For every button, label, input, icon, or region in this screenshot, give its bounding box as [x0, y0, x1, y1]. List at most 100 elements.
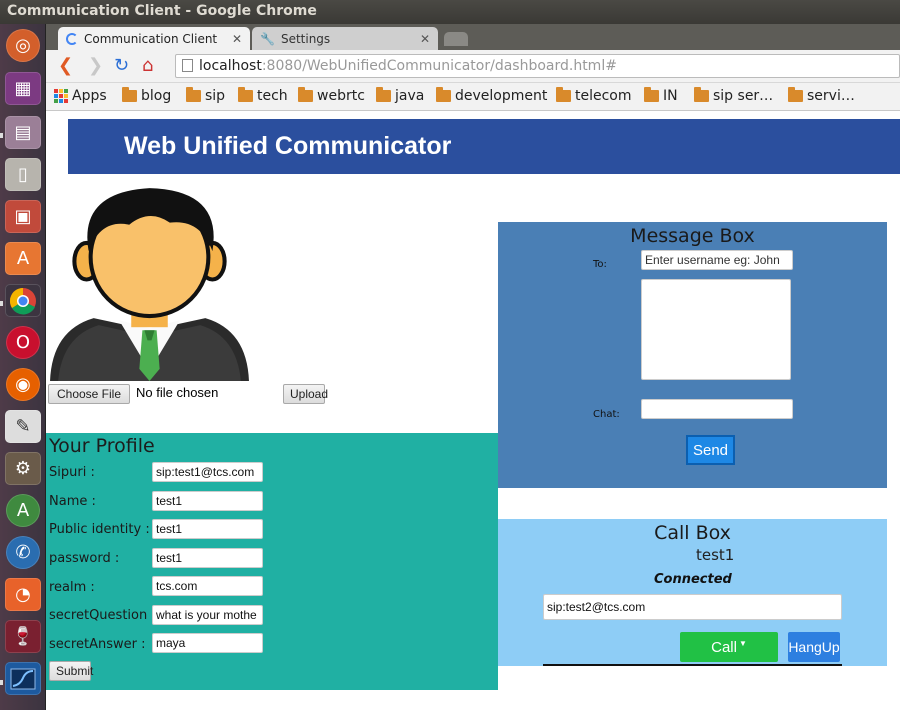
folder-icon [556, 87, 571, 102]
reload-icon[interactable]: ↻ [114, 56, 129, 76]
choose-file-button[interactable]: Choose File [48, 384, 130, 404]
page-header: Web Unified Communicator [68, 119, 900, 174]
bookmark-label: servi… [807, 88, 855, 104]
system-settings-icon[interactable]: ⚙ [5, 452, 41, 485]
tab-communication-client[interactable]: Communication Client ✕ [58, 27, 250, 50]
software-center-icon[interactable]: A [5, 242, 41, 275]
folder-icon [376, 87, 391, 102]
submit-button[interactable]: Submit [49, 661, 93, 681]
page-content: Web Unified Communicator Choose File No … [46, 111, 900, 710]
folder-icon [122, 87, 137, 102]
address-path: :8080/WebUnifiedCommunicator/dashboard.h… [261, 58, 617, 74]
bookmark-label: telecom [575, 88, 632, 104]
realm-input[interactable]: tcs.com [152, 576, 263, 596]
forward-icon[interactable]: ❯ [88, 56, 103, 76]
close-tab-icon[interactable]: ✕ [232, 32, 242, 46]
ubuntu-logo-icon[interactable]: ◎ [6, 29, 40, 62]
page-icon [182, 59, 193, 72]
folder-icon [298, 87, 313, 102]
bookmark-java[interactable]: java [376, 87, 425, 104]
filing-cabinet-icon[interactable]: ▣ [5, 200, 41, 233]
call-button-label: Call [711, 638, 737, 656]
bookmark-label: sip ser… [713, 88, 774, 104]
call-target-input[interactable]: sip:test2@tcs.com [543, 594, 842, 620]
folder-icon [788, 87, 803, 102]
secret-question-input[interactable]: what is your mothe [152, 605, 263, 625]
sipuri-label: Sipuri : [49, 465, 95, 480]
chrome-icon[interactable] [5, 284, 41, 317]
chat-label: Chat: [593, 409, 620, 420]
bookmark-tech[interactable]: tech [238, 87, 288, 104]
opera-icon[interactable]: O [6, 326, 40, 359]
bookmark-label: IN [663, 88, 678, 104]
phone-icon[interactable]: ✆ [6, 536, 40, 569]
tab-settings[interactable]: 🔧 Settings ✕ [252, 27, 438, 50]
folder-icon [436, 87, 451, 102]
user-avatar-icon [50, 188, 249, 381]
address-host: localhost [199, 58, 262, 74]
browser-window: Communication Client ✕ 🔧 Settings ✕ ❮ ❯ … [46, 24, 900, 710]
launcher: ◎ ▦ ▤ ▯ ▣ A O ◉ ✎ ⚙ A ✆ ◔ 🍷 [0, 24, 46, 710]
chat-input[interactable] [641, 399, 793, 419]
name-input[interactable]: test1 [152, 491, 263, 511]
bookmark-apps[interactable]: Apps [54, 88, 107, 104]
bookmark-webrtc[interactable]: webrtc [298, 87, 365, 104]
text-editor-icon[interactable]: ✎ [5, 410, 41, 443]
profile-panel: Your Profile Sipuri : sip:test1@tcs.com … [46, 433, 498, 690]
back-icon[interactable]: ❮ [58, 56, 73, 76]
call-status: Connected [654, 572, 732, 587]
secret-answer-input[interactable]: maya [152, 633, 263, 653]
bookmark-services[interactable]: servi… [788, 87, 855, 104]
bookmark-telecom[interactable]: telecom [556, 87, 632, 104]
name-label: Name : [49, 494, 96, 509]
bookmark-blog[interactable]: blog [122, 87, 172, 104]
file-status: No file chosen [136, 385, 219, 400]
public-identity-input[interactable]: test1 [152, 519, 263, 539]
caret-down-icon: ▼ [738, 638, 747, 648]
profile-title: Your Profile [49, 435, 155, 457]
workspace-switcher-icon[interactable]: ▦ [5, 72, 41, 105]
firefox-icon[interactable]: ◉ [6, 368, 40, 401]
bookmark-label: blog [141, 88, 172, 104]
close-tab-icon[interactable]: ✕ [420, 32, 430, 46]
files-icon[interactable]: ▤ [5, 116, 41, 149]
sipuri-input[interactable]: sip:test1@tcs.com [152, 462, 263, 482]
browser-toolbar: ❮ ❯ ↻ ⌂ localhost:8080/WebUnifiedCommuni… [46, 50, 900, 83]
to-input[interactable]: Enter username eg: John [641, 250, 793, 270]
divider [543, 664, 842, 666]
system-monitor-icon[interactable] [5, 662, 41, 695]
folder-icon [644, 87, 659, 102]
tab-strip: Communication Client ✕ 🔧 Settings ✕ [46, 24, 900, 50]
call-box-panel: Call Box test1 Connected sip:test2@tcs.c… [498, 519, 887, 666]
upload-button[interactable]: Upload [283, 384, 328, 404]
password-input[interactable]: test1 [152, 548, 263, 568]
folder-icon [238, 87, 253, 102]
bookmark-sip-server[interactable]: sip ser… [694, 87, 774, 104]
bookmark-label: development [455, 88, 548, 104]
bookmark-sip[interactable]: sip [186, 87, 226, 104]
tab-label: Communication Client [84, 31, 218, 46]
window-title: Communication Client - Google Chrome [0, 0, 900, 24]
hangup-button[interactable]: HangUp [788, 632, 840, 662]
rss-feed-icon[interactable]: ◔ [5, 578, 41, 611]
address-bar[interactable]: localhost:8080/WebUnifiedCommunicator/da… [175, 54, 900, 78]
bookmark-label: Apps [72, 88, 107, 104]
message-area[interactable] [641, 279, 791, 380]
new-tab-button[interactable] [444, 32, 468, 46]
home-icon[interactable]: ⌂ [142, 56, 153, 76]
update-manager-icon[interactable]: A [6, 494, 40, 527]
bookmark-label: sip [205, 88, 226, 104]
send-button[interactable]: Send [686, 435, 735, 465]
call-button[interactable]: Call ▼ [680, 632, 778, 662]
call-box-title: Call Box [654, 522, 731, 544]
realm-label: realm : [49, 580, 95, 595]
password-label: password : [49, 551, 120, 566]
bookmark-label: tech [257, 88, 288, 104]
wine-icon[interactable]: 🍷 [5, 620, 41, 653]
document-viewer-icon[interactable]: ▯ [5, 158, 41, 191]
secret-answer-label: secretAnswer : [49, 637, 146, 652]
bookmark-in[interactable]: IN [644, 87, 678, 104]
folder-icon [186, 87, 201, 102]
bookmark-development[interactable]: development [436, 87, 548, 104]
bookmark-label: java [395, 88, 425, 104]
